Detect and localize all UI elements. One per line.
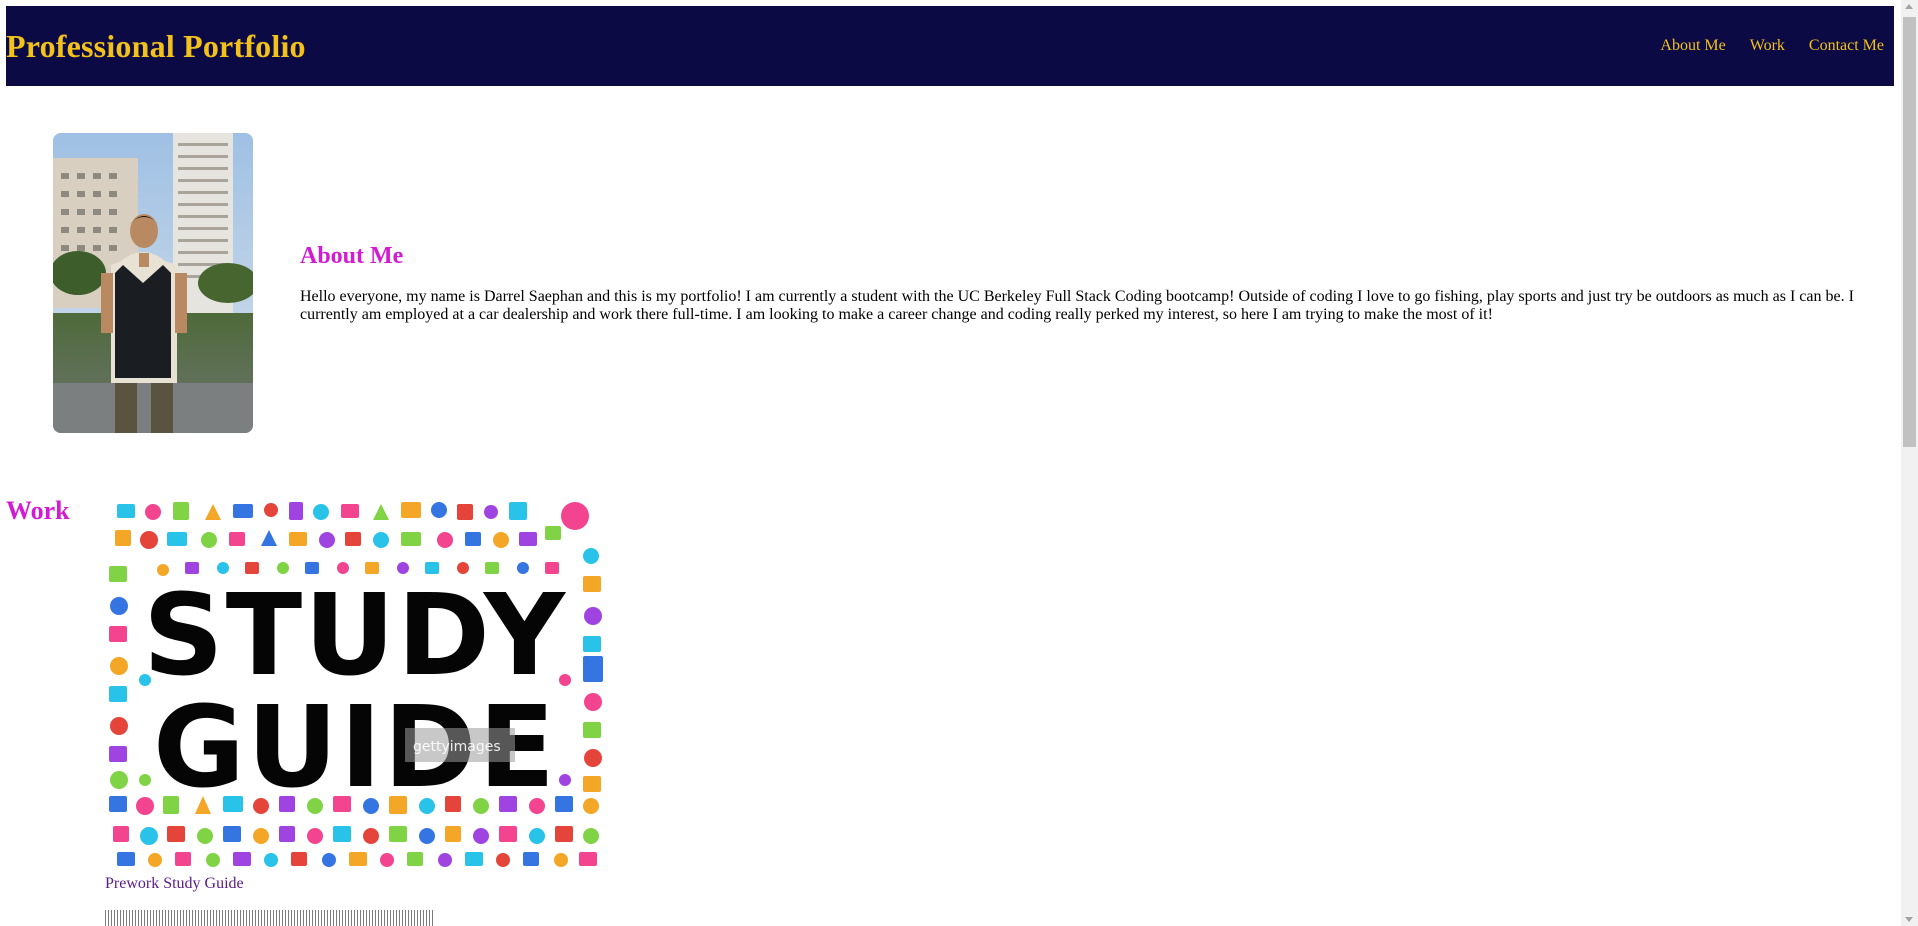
nav-link-work[interactable]: Work: [1750, 37, 1785, 55]
scroll-down-arrow-icon[interactable]: [1905, 917, 1913, 922]
study-guide-word-1: STUDY: [143, 571, 567, 701]
about-text: About Me Hello everyone, my name is Darr…: [300, 243, 1910, 324]
profile-photo: [53, 133, 253, 433]
work-item-image-link[interactable]: STUDY GUIDE gettyimages: [105, 496, 605, 871]
about-heading: About Me: [300, 243, 404, 269]
nav-link-about-me[interactable]: About Me: [1660, 37, 1725, 55]
main-nav: About Me Work Contact Me: [1636, 37, 1894, 55]
page: Professional Portfolio About Me Work Con…: [0, 0, 1918, 926]
work-item-2-image[interactable]: [105, 910, 435, 926]
profile-photo-art: [53, 133, 253, 433]
vertical-scrollbar[interactable]: [1901, 0, 1918, 926]
nav-link-contact-me[interactable]: Contact Me: [1809, 37, 1884, 55]
site-header: Professional Portfolio About Me Work Con…: [6, 6, 1894, 86]
scroll-up-arrow-icon[interactable]: [1905, 4, 1913, 9]
work-heading: Work: [6, 496, 70, 525]
site-title: Professional Portfolio: [6, 27, 306, 64]
work-item-link[interactable]: Prework Study Guide: [105, 875, 605, 893]
scroll-thumb[interactable]: [1903, 17, 1916, 447]
study-guide-image: STUDY GUIDE gettyimages: [105, 496, 605, 871]
work-item: STUDY GUIDE gettyimages Prework Study Gu…: [105, 496, 605, 893]
watermark-text: gettyimages: [413, 739, 501, 755]
about-section: About Me Hello everyone, my name is Darr…: [53, 133, 1883, 433]
about-body: Hello everyone, my name is Darrel Saepha…: [300, 288, 1854, 323]
